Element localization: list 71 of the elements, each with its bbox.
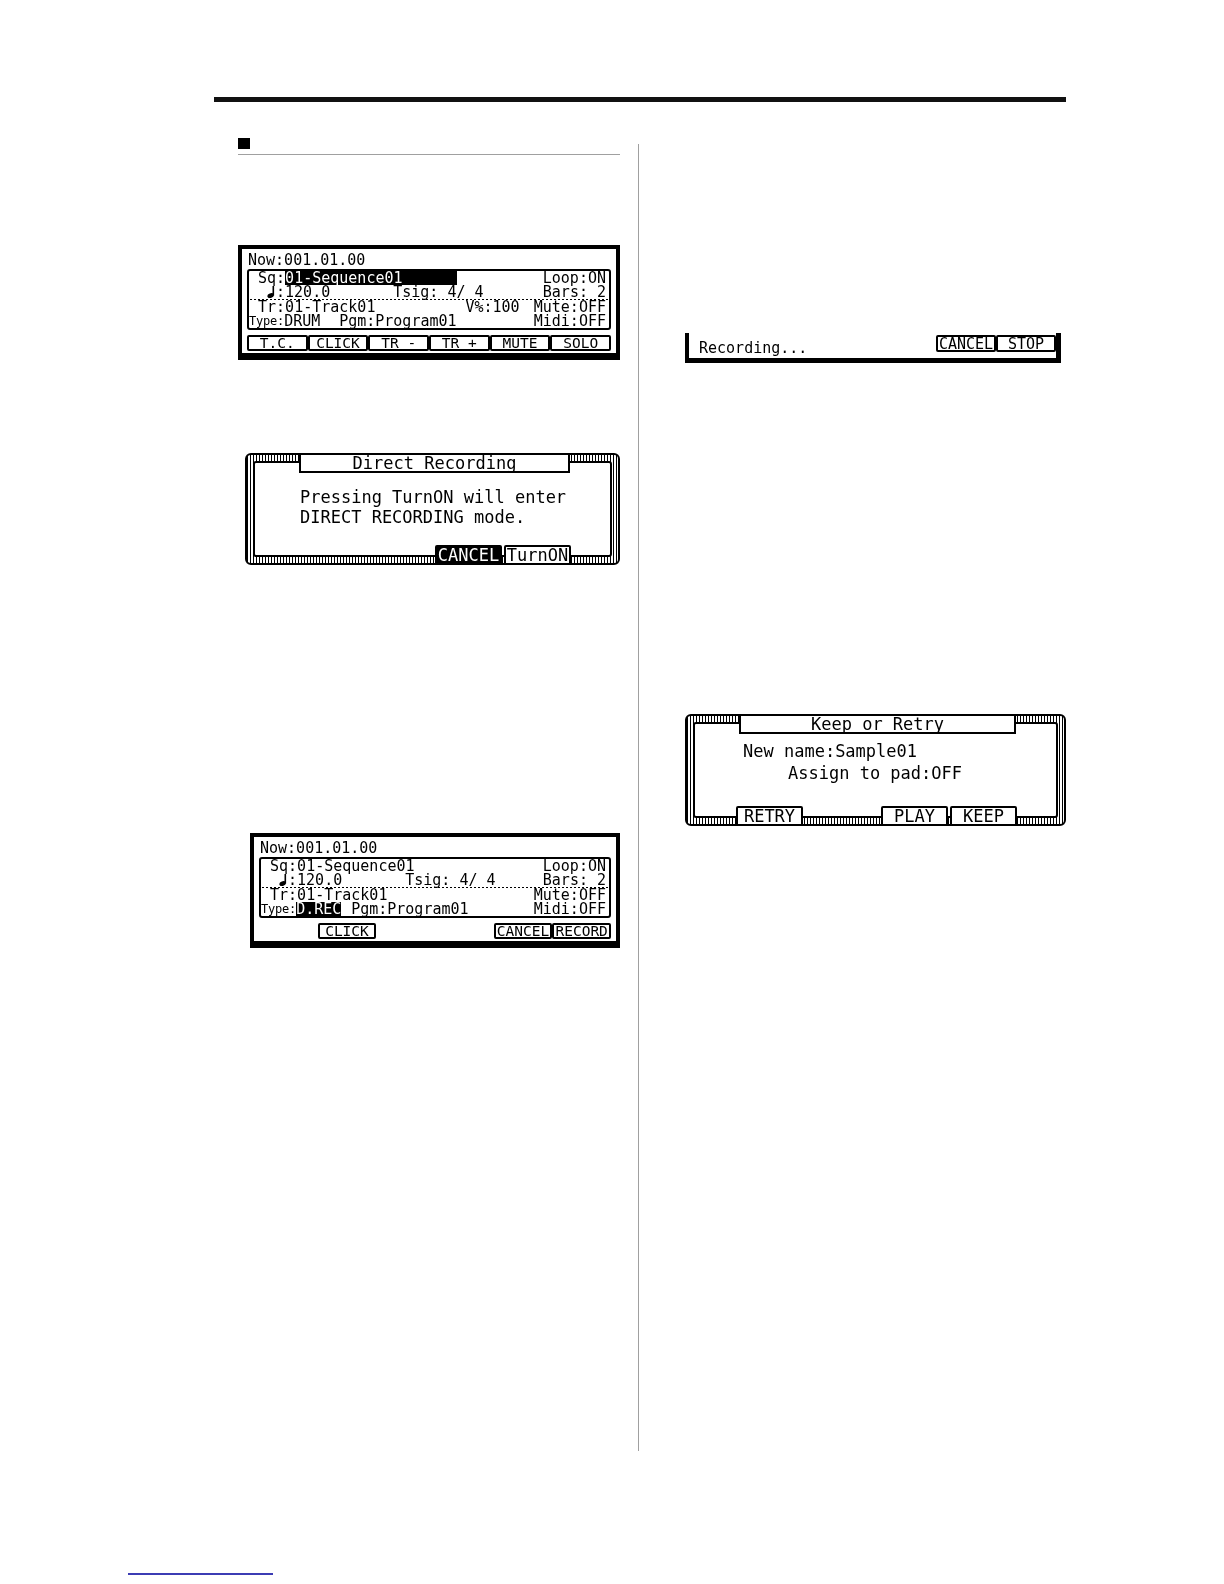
field-label: Mute: <box>533 300 579 314</box>
soft-key[interactable]: PLAY <box>881 806 948 826</box>
field-value[interactable]: Program01 <box>387 902 469 916</box>
dialog-title: Direct Recording <box>299 453 570 473</box>
position-readout: Now:001.01.00 <box>260 841 378 855</box>
field-value[interactable]: OFF <box>578 902 606 916</box>
field-label: New name: <box>743 741 836 761</box>
field-value[interactable]: ON <box>587 859 606 873</box>
field-label: Pgm: <box>351 902 388 916</box>
field-label: Tsig: <box>405 873 451 887</box>
field-value[interactable]: ON <box>587 271 606 285</box>
soft-key[interactable]: MUTE <box>489 335 551 351</box>
field-label: Pgm: <box>339 314 376 328</box>
field-label: Sq: <box>270 859 298 873</box>
field-value[interactable]: 01-Sequence01 <box>285 271 457 285</box>
field-value[interactable]: 2 <box>596 873 606 887</box>
field-value[interactable]: DRUM <box>284 314 321 328</box>
soft-key[interactable]: TR + <box>429 335 490 351</box>
field-value[interactable]: OFF <box>578 300 606 314</box>
soft-key[interactable]: CLICK <box>307 335 369 351</box>
field-label: Loop: <box>542 271 588 285</box>
field-value[interactable]: 01-Track01 <box>297 888 388 902</box>
field-label: Tsig: <box>393 285 439 299</box>
field-label: Midi: <box>533 902 579 916</box>
field-label: Midi: <box>533 314 579 328</box>
dialog-title: Keep or Retry <box>739 714 1016 734</box>
field-value[interactable]: 120.0 <box>297 873 343 887</box>
music-note-icon <box>279 874 289 886</box>
field-label: Bars: <box>542 873 588 887</box>
field-label: Sq: <box>258 271 286 285</box>
field-label: Type: <box>249 314 285 328</box>
soft-key[interactable]: RECORD <box>552 923 611 939</box>
field-label: : <box>288 873 298 887</box>
field-label: Loop: <box>542 859 588 873</box>
field-label: Mute: <box>533 888 579 902</box>
field-value[interactable]: 100 <box>492 300 520 314</box>
field-value[interactable]: 01-Track01 <box>285 300 376 314</box>
soft-key[interactable]: KEEP <box>950 806 1017 826</box>
dialog-message: Pressing TurnON will enter DIRECT RECORDING mode. <box>300 487 568 527</box>
field-value[interactable]: OFF <box>578 314 606 328</box>
field-value[interactable]: OFF <box>578 888 606 902</box>
square-bullet-icon <box>238 138 250 149</box>
field-label: V%: <box>465 300 493 314</box>
field-label: Assign to pad: <box>788 763 932 783</box>
field-label: Bars: <box>542 285 588 299</box>
position-readout: Now:001.01.00 <box>248 253 366 267</box>
field-value[interactable]: 120.0 <box>285 285 331 299</box>
field-label: : <box>276 285 286 299</box>
soft-key[interactable]: SOLO <box>550 335 611 351</box>
field-value[interactable]: Program01 <box>375 314 457 328</box>
soft-key[interactable]: CLICK <box>317 923 377 939</box>
field-value[interactable]: 01-Sequence01 <box>297 859 415 873</box>
field-value[interactable]: OFF <box>931 763 962 783</box>
field-value[interactable]: D.REC <box>296 902 342 916</box>
soft-key[interactable]: TurnON <box>504 545 571 565</box>
field-value[interactable]: 4/ 4 <box>447 285 484 299</box>
field-value[interactable]: Sample01 <box>835 741 917 761</box>
field-value[interactable]: 4/ 4 <box>459 873 496 887</box>
soft-key[interactable]: RETRY <box>736 806 803 826</box>
soft-key[interactable]: CANCEL <box>936 335 996 352</box>
soft-key[interactable]: CANCEL <box>435 545 502 565</box>
field-label: Type: <box>261 902 297 916</box>
music-note-icon <box>267 286 277 298</box>
soft-key[interactable]: CANCEL <box>493 923 553 939</box>
field-value[interactable]: 2 <box>596 285 606 299</box>
soft-key[interactable]: STOP <box>996 335 1056 352</box>
soft-key[interactable]: TR - <box>368 335 429 351</box>
field-label: Tr: <box>270 888 298 902</box>
status-message: Recording... <box>699 340 808 356</box>
field-label: Tr: <box>258 300 286 314</box>
soft-key[interactable]: T.C. <box>247 335 308 351</box>
